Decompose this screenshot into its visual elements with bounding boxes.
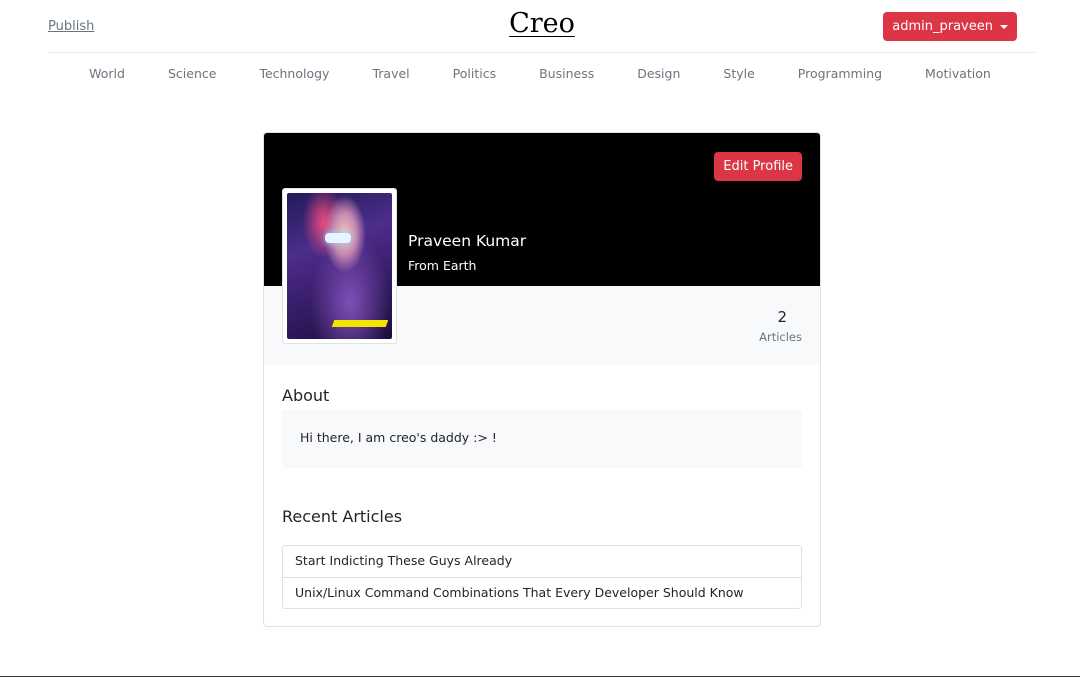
site-brand[interactable]: Creo [509,8,575,39]
nav-item-politics[interactable]: Politics [453,66,496,81]
nav-item-design[interactable]: Design [637,66,680,81]
edit-profile-button[interactable]: Edit Profile [714,152,802,181]
nav-item-style[interactable]: Style [723,66,754,81]
nav-item-world[interactable]: World [89,66,125,81]
category-nav: World Science Technology Travel Politics… [0,66,1080,81]
nav-item-programming[interactable]: Programming [798,66,882,81]
nav-item-motivation[interactable]: Motivation [925,66,991,81]
article-item[interactable]: Unix/Linux Command Combinations That Eve… [283,577,801,608]
nav-item-technology[interactable]: Technology [259,66,329,81]
profile-location: From Earth [408,258,477,273]
recent-articles-list: Start Indicting These Guys Already Unix/… [282,545,802,609]
articles-count-label: Articles [759,330,802,344]
publish-link[interactable]: Publish [48,19,94,34]
avatar-image [287,193,392,339]
profile-name: Praveen Kumar [408,232,527,250]
nav-item-business[interactable]: Business [539,66,594,81]
nav-item-travel[interactable]: Travel [372,66,409,81]
caret-down-icon [1000,25,1008,29]
avatar [282,188,397,344]
site-header: Publish Creo admin_praveen [48,0,1036,53]
articles-count: 2 [777,308,787,326]
article-item[interactable]: Start Indicting These Guys Already [283,546,801,577]
user-menu-label: admin_praveen [892,19,993,34]
user-menu-button[interactable]: admin_praveen [883,12,1017,41]
about-text: Hi there, I am creo's daddy :> ! [282,410,802,468]
nav-item-science[interactable]: Science [168,66,216,81]
visor-glow-shape [325,233,351,243]
about-heading: About [282,386,330,405]
cyberpunk-logo-shape [331,320,389,327]
recent-articles-heading: Recent Articles [282,507,403,526]
profile-card: Edit Profile Praveen Kumar From Earth 2 … [263,132,821,627]
